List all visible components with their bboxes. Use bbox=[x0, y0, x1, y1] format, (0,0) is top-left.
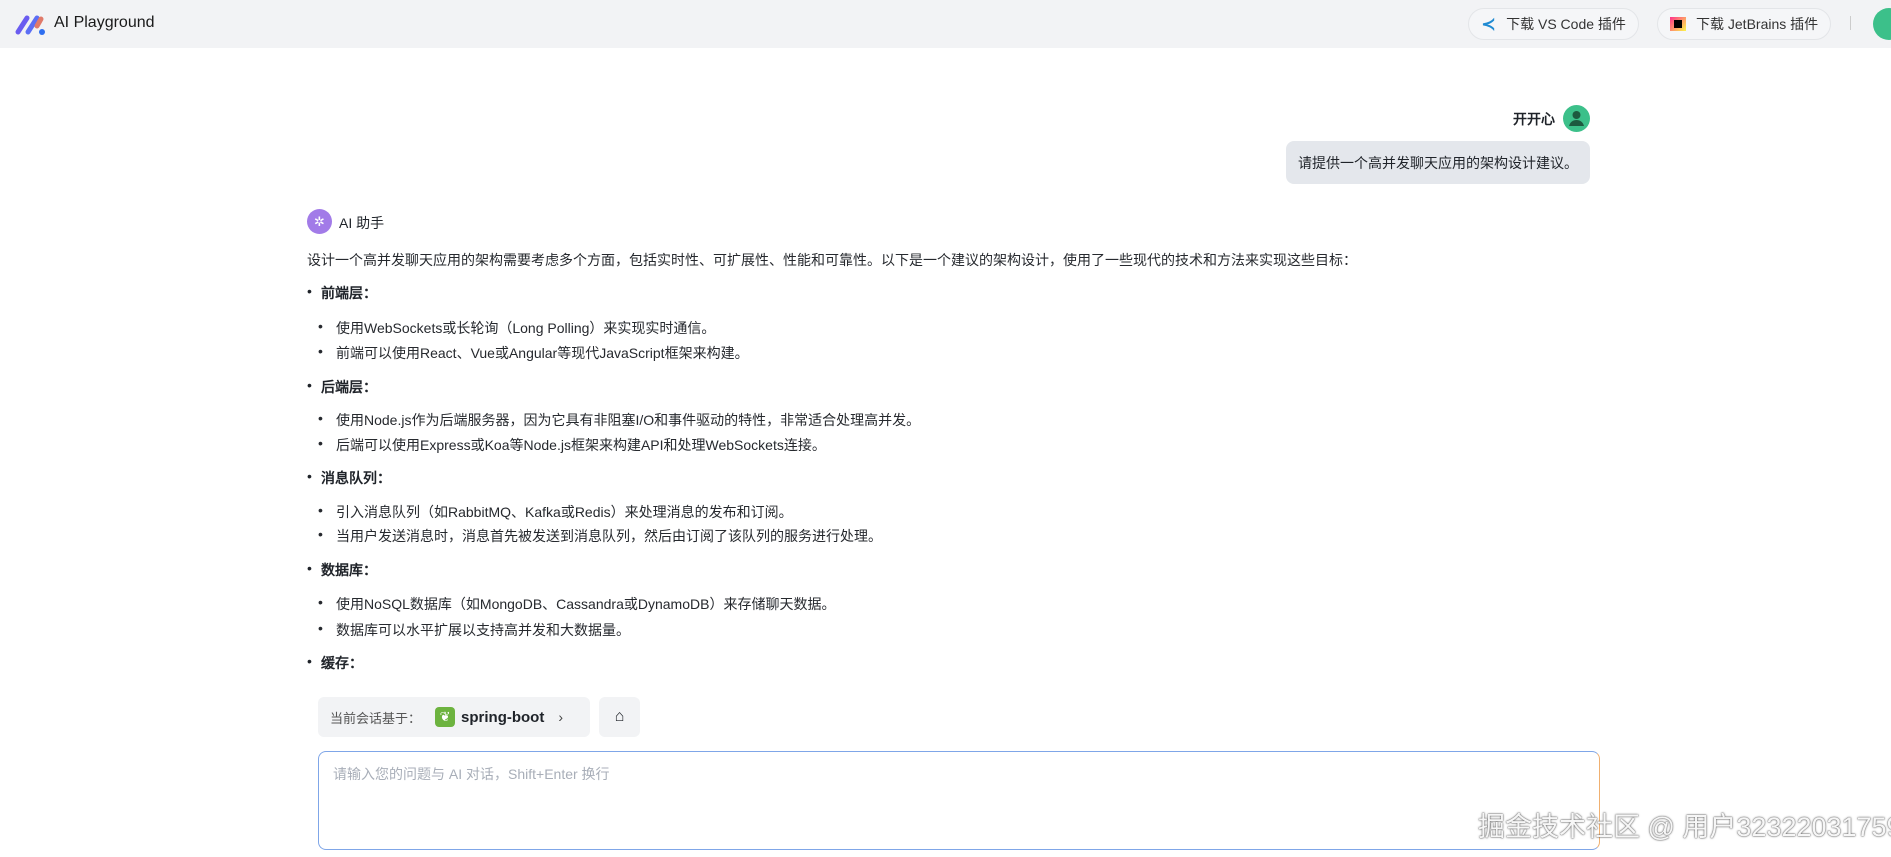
chat-input[interactable] bbox=[318, 751, 1600, 850]
section-title: 缓存： bbox=[307, 653, 363, 673]
ai-assistant-icon: ✲ bbox=[307, 209, 332, 234]
jetbrains-icon bbox=[1670, 17, 1686, 31]
spring-icon: ❦ bbox=[435, 707, 456, 727]
list-item: 引入消息队列（如RabbitMQ、Kafka或Redis）来处理消息的发布和订阅… bbox=[318, 502, 793, 522]
download-jetbrains-button[interactable]: 下载 JetBrains 插件 bbox=[1657, 8, 1832, 40]
section-title: 数据库： bbox=[307, 560, 377, 580]
context-selector[interactable]: 当前会话基于： ❦ spring-boot › bbox=[318, 697, 590, 737]
section-title: 后端层： bbox=[307, 377, 377, 397]
broom-icon: ⌂ bbox=[614, 708, 625, 725]
watermark: 掘金技术社区 @ 用户32322031759 bbox=[1478, 812, 1891, 842]
context-label: 当前会话基于： bbox=[330, 710, 422, 726]
jetbrains-label: 下载 JetBrains 插件 bbox=[1696, 16, 1819, 32]
download-vscode-button[interactable]: ≺ 下载 VS Code 插件 bbox=[1468, 8, 1639, 40]
user-avatar-icon bbox=[1563, 105, 1590, 132]
section-title: 消息队列： bbox=[307, 468, 391, 488]
list-item: 前端可以使用React、Vue或Angular等现代JavaScript框架来构… bbox=[318, 343, 749, 363]
app-title: AI Playground bbox=[54, 14, 155, 31]
list-item: 数据库可以水平扩展以支持高并发和大数据量。 bbox=[318, 620, 630, 640]
list-item: 使用Node.js作为后端服务器，因为它具有非阻塞I/O和事件驱动的特性，非常适… bbox=[318, 410, 920, 430]
ai-name: AI 助手 bbox=[339, 215, 385, 231]
vscode-label: 下载 VS Code 插件 bbox=[1506, 16, 1626, 32]
user-name: 开开心 bbox=[1513, 111, 1555, 127]
answer-intro: 设计一个高并发聊天应用的架构需要考虑多个方面，包括实时性、可扩展性、性能和可靠性… bbox=[307, 252, 1357, 268]
list-item: 当用户发送消息时，消息首先被发送到消息队列，然后由订阅了该队列的服务进行处理。 bbox=[318, 526, 882, 546]
chevron-right-icon: › bbox=[558, 709, 564, 725]
user-message: 请提供一个高并发聊天应用的架构设计建议。 bbox=[1286, 141, 1590, 184]
user-avatar-icon[interactable] bbox=[1873, 8, 1891, 40]
logo-icon bbox=[15, 15, 45, 35]
divider bbox=[1850, 16, 1851, 30]
list-item: 后端可以使用Express或Koa等Node.js框架来构建API和处理WebS… bbox=[318, 435, 826, 455]
vscode-icon: ≺ bbox=[1481, 13, 1497, 34]
section-title: 前端层： bbox=[307, 283, 377, 303]
context-project: spring-boot bbox=[461, 708, 545, 726]
clear-context-button[interactable]: ⌂ bbox=[599, 697, 640, 737]
top-bar: AI Playground ≺ 下载 VS Code 插件 下载 JetBrai… bbox=[0, 0, 1891, 48]
list-item: 使用NoSQL数据库（如MongoDB、Cassandra或DynamoDB）来… bbox=[318, 594, 835, 614]
list-item: 使用WebSockets或长轮询（Long Polling）来实现实时通信。 bbox=[318, 318, 715, 338]
